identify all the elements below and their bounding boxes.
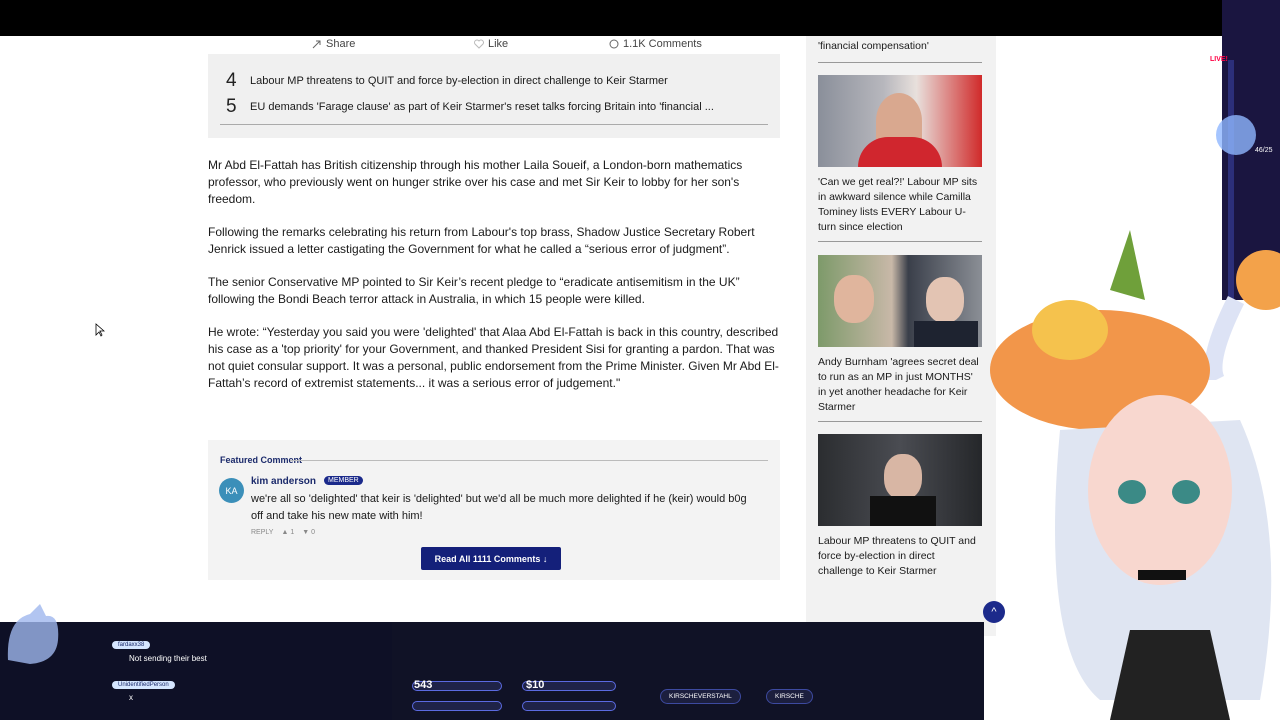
upvote-count: 1 [290, 529, 295, 536]
avatar[interactable]: KA [219, 478, 244, 503]
share-icon [312, 40, 321, 49]
comment-text: we're all so 'delighted' that keir is 'd… [251, 493, 747, 522]
chat-message: x [129, 693, 133, 702]
chat-message: Not sending their best [129, 654, 207, 663]
article-thumbnail[interactable] [818, 255, 982, 347]
upvote-button[interactable]: ▲ 1 [281, 529, 294, 536]
thumbs-up-icon: ▲ [281, 529, 289, 536]
top-black-bar [0, 0, 1280, 36]
most-read-item[interactable]: 4 Labour MP threatens to QUIT and force … [226, 70, 668, 92]
divider [290, 460, 768, 461]
related-caption[interactable]: 'Can we get real?!' Labour MP sits in aw… [818, 175, 982, 235]
hud-money-bar-2 [522, 701, 616, 711]
most-read-number: 5 [226, 96, 237, 117]
comments-button[interactable]: 1.1K Comments [609, 38, 702, 50]
related-card[interactable]: 'financial compensation' [818, 40, 982, 63]
social-handle: KIRSCHEVERSTAHL [660, 689, 741, 704]
related-caption[interactable]: 'financial compensation' [818, 40, 982, 52]
most-read-box: 4 Labour MP threatens to QUIT and force … [208, 54, 780, 138]
article-paragraph: Following the remarks celebrating his re… [208, 225, 755, 256]
like-label: Like [488, 38, 509, 50]
article-thumbnail[interactable] [818, 434, 982, 526]
person-figure [926, 277, 964, 323]
chat-username: UnidentifiedPerson [112, 681, 175, 689]
featured-comment: Featured Comment KA kim anderson MEMBER … [208, 440, 780, 580]
related-card[interactable]: Labour MP threatens to QUIT and force by… [818, 434, 982, 579]
article-paragraph: He wrote: “Yesterday you said you were '… [208, 325, 779, 390]
downvote-button[interactable]: ▼ 0 [302, 529, 315, 536]
screen: Share Like 1.1K Comments 4 Labour MP thr… [0, 0, 1280, 720]
downvote-count: 0 [311, 529, 316, 536]
cat-mascot-icon [7, 604, 59, 664]
chat-username: fardaxx38 [112, 641, 151, 649]
share-button[interactable]: Share [312, 38, 355, 50]
hud-counter: 543 [414, 679, 433, 691]
related-card[interactable]: 'Can we get real?!' Labour MP sits in aw… [818, 75, 982, 242]
like-button[interactable]: Like [474, 38, 508, 50]
hud-money: $10 [526, 679, 545, 691]
reply-link[interactable]: REPLY [251, 529, 273, 536]
most-read-title[interactable]: Labour MP threatens to QUIT and force by… [250, 75, 668, 87]
related-caption[interactable]: Andy Burnham 'agrees secret deal to run … [818, 355, 982, 415]
article-paragraph: The senior Conservative MP pointed to Si… [208, 275, 740, 306]
most-read-title[interactable]: EU demands 'Farage clause' as part of Ke… [250, 101, 714, 113]
live-indicator: LIVE! [1210, 56, 1228, 63]
heart-icon [474, 39, 484, 49]
person-suit [870, 496, 936, 526]
related-caption[interactable]: Labour MP threatens to QUIT and force by… [818, 534, 982, 579]
social-handle: KIRSCHE [766, 689, 813, 704]
read-all-comments-button[interactable]: Read All 1111 Comments ↓ [421, 547, 561, 570]
vtuber-avatar [990, 230, 1272, 720]
share-bar: Share Like 1.1K Comments [208, 36, 780, 54]
comments-count: 1.1K Comments [623, 38, 702, 50]
sub-goal-count: 46/25 [1255, 147, 1273, 154]
person-figure [834, 275, 874, 323]
divider [818, 241, 982, 242]
divider [818, 62, 982, 63]
article-thumbnail[interactable] [818, 75, 982, 167]
presenter-dress [858, 137, 942, 167]
most-read-item[interactable]: 5 EU demands 'Farage clause' as part of … [226, 96, 714, 118]
mouse-cursor-icon [95, 323, 105, 337]
article-paragraph: Mr Abd El-Fattah has British citizenship… [208, 158, 743, 206]
member-badge: MEMBER [324, 476, 363, 485]
related-card[interactable]: Andy Burnham 'agrees secret deal to run … [818, 255, 982, 422]
thumbs-down-icon: ▼ [302, 529, 310, 536]
article-body: Mr Abd El-Fattah has British citizenship… [208, 157, 783, 408]
comment-username[interactable]: kim anderson [251, 476, 316, 487]
divider [818, 421, 982, 422]
divider [220, 124, 768, 125]
person-figure [884, 454, 922, 500]
most-read-number: 4 [226, 70, 237, 91]
share-label: Share [326, 38, 356, 50]
comment-actions: REPLY ▲ 1 ▼ 0 [251, 529, 315, 536]
comment-icon [609, 39, 619, 49]
hud-counter-bar-2 [412, 701, 502, 711]
